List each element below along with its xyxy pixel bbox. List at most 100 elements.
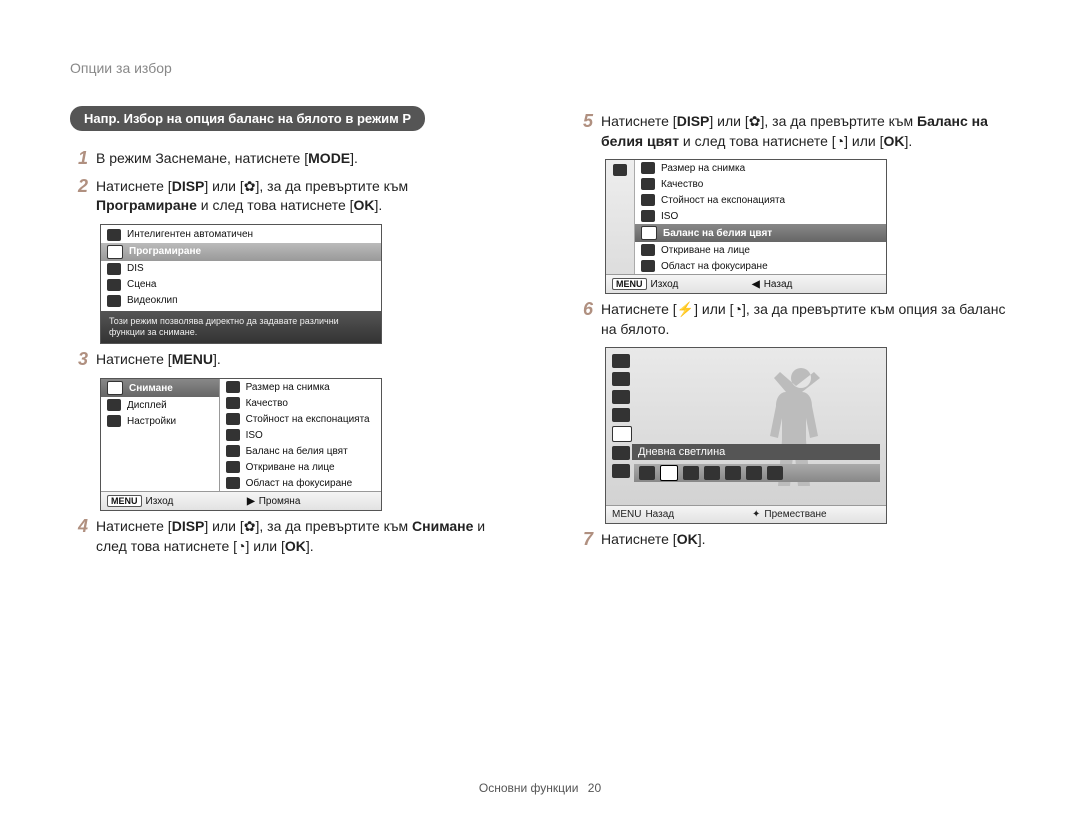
step-number: 1 xyxy=(70,149,88,169)
wb-footer: MENU Назад ✦ Преместване xyxy=(606,505,886,523)
label: Преместване xyxy=(764,509,826,520)
label: Видеоклип xyxy=(127,295,178,306)
step-number: 2 xyxy=(70,177,88,216)
smart-auto-icon xyxy=(107,229,121,241)
menu-tab-display: Дисплей xyxy=(101,397,219,413)
footer-right: ▶ Промяна xyxy=(241,492,381,510)
text: ], за да превъртите към xyxy=(256,178,409,194)
quality-icon xyxy=(612,372,630,386)
wb-preview-screen: Дневна светлина MENU Назад xyxy=(605,347,887,524)
menu-item: Откриване на лице xyxy=(220,459,381,475)
wb-left-icon-strip xyxy=(612,354,632,478)
menu-button-label: MENU xyxy=(172,351,213,367)
step-1: 1 В режим Заснемане, натиснете [MODE]. xyxy=(70,149,505,169)
text: ]. xyxy=(905,133,913,149)
step-number: 4 xyxy=(70,517,88,556)
page-number: 20 xyxy=(588,781,601,795)
label: Изход xyxy=(146,496,174,507)
wb-icon xyxy=(641,226,657,240)
iso-icon xyxy=(612,408,630,422)
wb-option-strip xyxy=(634,464,880,482)
label: Дисплей xyxy=(127,400,167,411)
mode-item-smart-auto: Интелигентен автоматичен xyxy=(101,227,381,243)
step-body: Натиснете [⚡] или [◔], за да превъртите … xyxy=(601,300,1010,339)
mode-item-program: Програмиране xyxy=(101,243,381,261)
text: ] или [ xyxy=(844,133,883,149)
step-4: 4 Натиснете [DISP] или [✿], за да превър… xyxy=(70,517,505,556)
wb-tungsten-icon xyxy=(746,466,762,480)
macro-icon: ✿ xyxy=(749,113,761,129)
step-body: Натиснете [DISP] или [✿], за да превърти… xyxy=(96,517,505,556)
timer-icon: ◔ xyxy=(237,538,245,554)
bold-target: Програмиране xyxy=(96,197,197,213)
label: Изход xyxy=(651,279,679,290)
ok-button-label: OK xyxy=(285,538,306,554)
step-body: Натиснете [DISP] или [✿], за да превърти… xyxy=(96,177,505,216)
menu-item: Стойност на експонацията xyxy=(635,192,886,208)
ok-button-label: OK xyxy=(354,197,375,213)
step-5: 5 Натиснете [DISP] или [✿], за да превър… xyxy=(575,112,1010,151)
step-number: 3 xyxy=(70,350,88,370)
focus-area-icon xyxy=(641,260,655,272)
wb-fluorescent-l-icon xyxy=(725,466,741,480)
face-detect-icon xyxy=(226,461,240,473)
text: и след това натиснете [ xyxy=(197,197,354,213)
wb-cloudy-icon xyxy=(683,466,699,480)
wb-option-label: Дневна светлина xyxy=(632,444,880,460)
mode-item-scene: Сцена xyxy=(101,277,381,293)
timer-icon: ◔ xyxy=(734,301,742,317)
step-body: Натиснете [OK]. xyxy=(601,530,1010,550)
iso-icon xyxy=(641,210,655,222)
focus-area-icon xyxy=(226,477,240,489)
left-arrow-icon: ◀ xyxy=(752,279,760,290)
text: Натиснете [ xyxy=(601,301,677,317)
label: Снимане xyxy=(129,383,173,394)
label: ISO xyxy=(661,211,678,222)
footer-left: MENU Назад xyxy=(606,506,746,523)
label: Област на фокусиране xyxy=(661,261,768,272)
photo-size-icon xyxy=(612,354,630,368)
mode-item-dis: DIS xyxy=(101,261,381,277)
menu-item: Област на фокусиране xyxy=(635,258,886,274)
step-3: 3 Натиснете [MENU]. xyxy=(70,350,505,370)
menu-item: Откриване на лице xyxy=(635,242,886,258)
nav-cross-icon: ✦ xyxy=(752,509,760,520)
shooting-right-pane: Размер на снимка Качество Стойност на ек… xyxy=(635,160,886,274)
disp-button-label: DISP xyxy=(172,178,205,194)
menu-tab-shooting: Снимане xyxy=(101,379,219,397)
step-6: 6 Натиснете [⚡] или [◔], за да превъртит… xyxy=(575,300,1010,339)
label: Баланс на белия цвят xyxy=(663,228,772,239)
wb-awb-icon xyxy=(639,466,655,480)
footer-left: MENU Изход xyxy=(606,275,746,293)
macro-icon: ✿ xyxy=(244,178,256,194)
label: DIS xyxy=(127,263,144,274)
step-body: Натиснете [DISP] или [✿], за да превърти… xyxy=(601,112,1010,151)
text: ], за да превъртите към xyxy=(256,518,413,534)
menu-item: ISO xyxy=(635,208,886,224)
label: Назад xyxy=(764,279,793,290)
main-menu-screen: Снимане Дисплей Настройки Размер на сним… xyxy=(100,378,382,511)
mode-button-label: MODE xyxy=(308,150,350,166)
menu-item: Размер на снимка xyxy=(220,379,381,395)
text: ] или [ xyxy=(694,301,733,317)
menu-left-pane: Снимане Дисплей Настройки xyxy=(101,379,220,491)
flash-icon: ⚡ xyxy=(677,301,694,317)
wb-icon xyxy=(612,426,632,442)
label: Откриване на лице xyxy=(246,462,335,473)
display-icon xyxy=(107,399,121,411)
menu-key-icon: MENU xyxy=(612,509,641,520)
face-detect-icon xyxy=(641,244,655,256)
text: ]. xyxy=(375,197,383,213)
page-footer: Основни функции 20 xyxy=(0,781,1080,795)
text: ], за да превъртите към xyxy=(761,113,918,129)
mode-selection-screen: Интелигентен автоматичен Програмиране DI… xyxy=(100,224,382,345)
bold-target: Снимане xyxy=(412,518,473,534)
shooting-left-icons xyxy=(606,160,635,274)
ok-button-label: OK xyxy=(884,133,905,149)
label: Назад xyxy=(645,509,674,520)
step-number: 7 xyxy=(575,530,593,550)
quality-icon xyxy=(226,397,240,409)
label: Баланс на белия цвят xyxy=(246,446,348,457)
text: Натиснете [ xyxy=(601,531,677,547)
label: Качество xyxy=(246,398,288,409)
